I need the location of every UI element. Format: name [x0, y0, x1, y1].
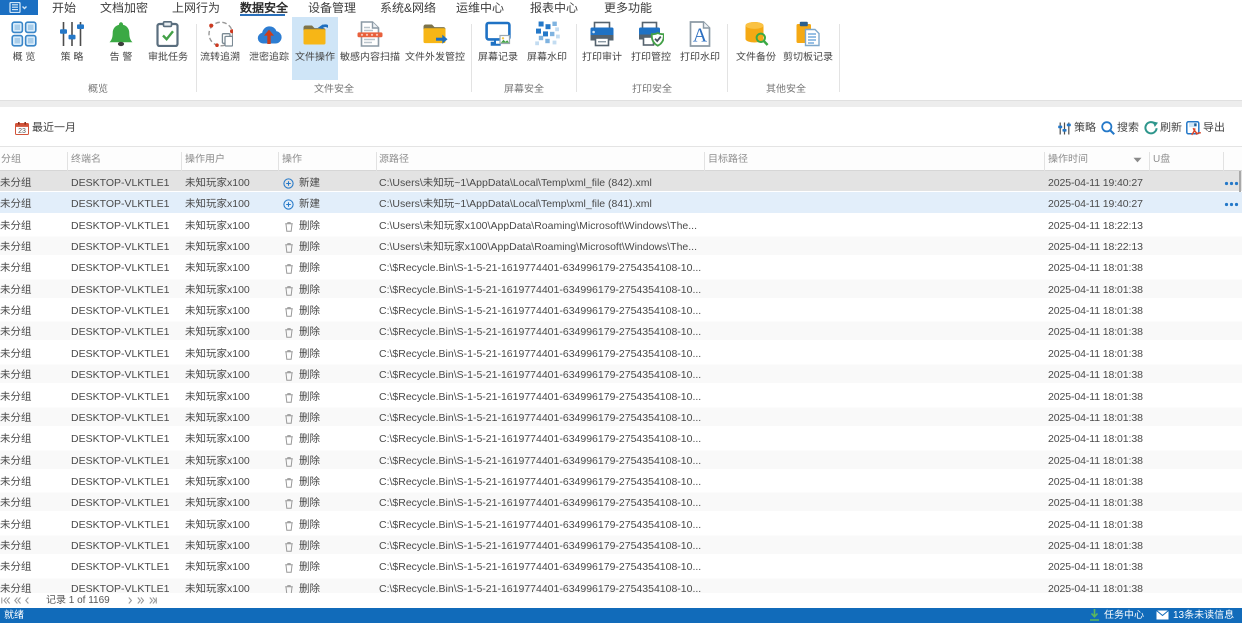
svg-text:A: A	[693, 25, 708, 47]
svg-text:23: 23	[18, 128, 26, 135]
